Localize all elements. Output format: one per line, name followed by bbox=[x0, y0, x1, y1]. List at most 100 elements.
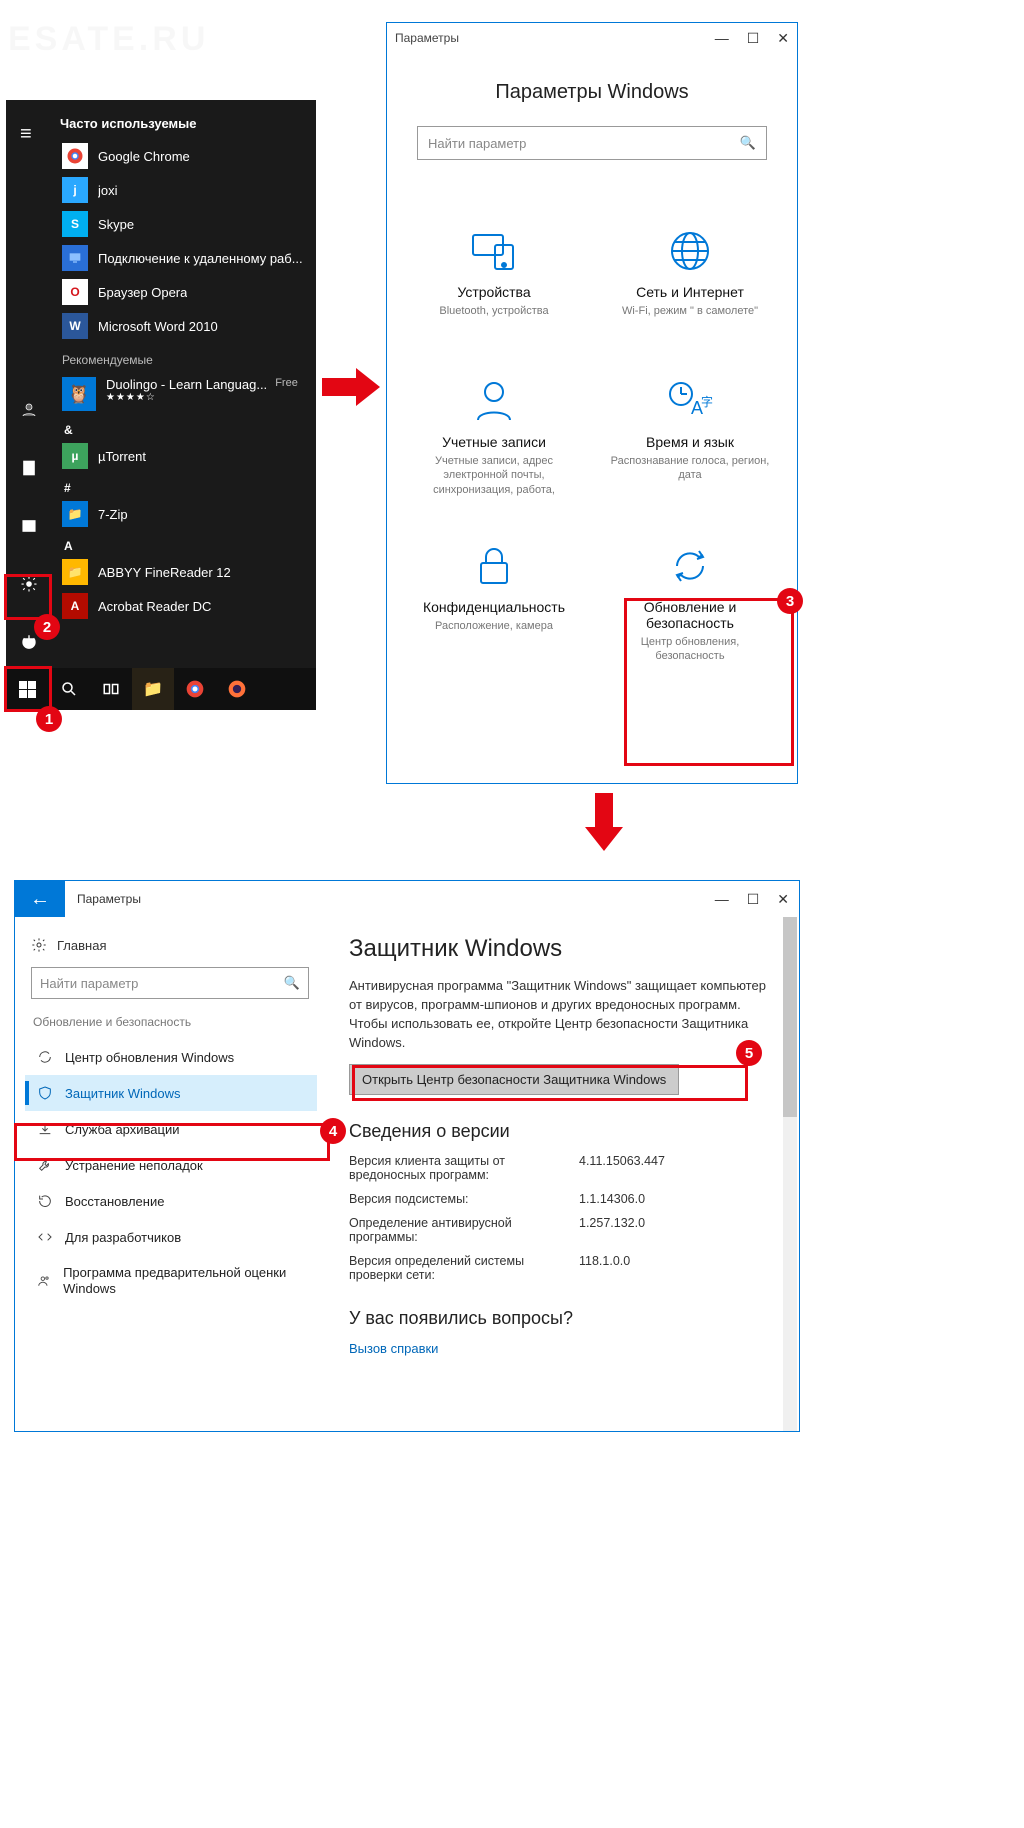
app-abbyy[interactable]: 📁ABBYY FineReader 12 bbox=[56, 555, 312, 589]
nav-label: Защитник Windows bbox=[65, 1086, 180, 1101]
category-title: Устройства bbox=[457, 284, 530, 300]
nav-defender[interactable]: Защитник Windows bbox=[25, 1075, 317, 1111]
nav-label: Восстановление bbox=[65, 1194, 164, 1209]
row-value: 1.257.132.0 bbox=[579, 1216, 645, 1244]
taskbar-firefox-icon[interactable] bbox=[216, 668, 258, 710]
settings-window: Параметры — ☐ ✕ Параметры Windows Найти … bbox=[386, 22, 798, 784]
recommended-header: Рекомендуемые bbox=[62, 353, 312, 367]
dev-icon bbox=[37, 1229, 53, 1245]
category-title: Сеть и Интернет bbox=[636, 284, 744, 300]
close-icon[interactable]: ✕ bbox=[777, 891, 789, 908]
category-accounts[interactable]: Учетные записи Учетные записи, адрес эле… bbox=[401, 370, 587, 505]
hamburger-icon[interactable] bbox=[6, 112, 52, 152]
minimize-icon[interactable]: — bbox=[715, 891, 729, 907]
rating-stars: ★★★★☆ bbox=[106, 392, 298, 403]
acrobat-icon: A bbox=[62, 593, 88, 619]
app-rdp[interactable]: Подключение к удаленному раб... bbox=[56, 241, 312, 275]
category-network[interactable]: Сеть и Интернет Wi-Fi, режим " в самолет… bbox=[597, 220, 783, 340]
taskview-icon[interactable] bbox=[90, 668, 132, 710]
nav-troubleshoot[interactable]: Устранение неполадок bbox=[25, 1147, 317, 1183]
category-sub: Wi-Fi, режим " в самолете" bbox=[622, 304, 758, 332]
app-opera[interactable]: OБраузер Opera bbox=[56, 275, 312, 309]
nav-developers[interactable]: Для разработчиков bbox=[25, 1219, 317, 1255]
taskbar-explorer-icon[interactable]: 📁 bbox=[132, 668, 174, 710]
category-sub: Центр обновления, безопасность bbox=[605, 635, 775, 664]
time-language-icon: A字 bbox=[667, 378, 713, 424]
category-privacy[interactable]: Конфиденциальность Расположение, камера bbox=[401, 535, 587, 672]
app-label: Google Chrome bbox=[98, 149, 190, 164]
person-icon bbox=[474, 378, 514, 424]
user-icon[interactable] bbox=[6, 390, 52, 430]
taskbar-chrome-icon[interactable] bbox=[174, 668, 216, 710]
version-row: Версия подсистемы:1.1.14306.0 bbox=[349, 1192, 771, 1206]
app-utorrent[interactable]: µµTorrent bbox=[56, 439, 312, 473]
group-amp: & bbox=[64, 423, 312, 437]
duolingo-icon: 🦉 bbox=[62, 377, 96, 411]
app-acrobat[interactable]: AAcrobat Reader DC bbox=[56, 589, 312, 623]
search-placeholder: Найти параметр bbox=[40, 976, 138, 991]
lock-icon bbox=[476, 543, 512, 589]
app-label: Подключение к удаленному раб... bbox=[98, 251, 303, 266]
app-word[interactable]: WMicrosoft Word 2010 bbox=[56, 309, 312, 343]
taskbar: 📁 bbox=[6, 668, 316, 710]
sidebar-search[interactable]: Найти параметр 🔍 bbox=[31, 967, 309, 999]
nav-windows-update[interactable]: Центр обновления Windows bbox=[25, 1039, 317, 1075]
wrench-icon bbox=[37, 1157, 53, 1173]
group-a: A bbox=[64, 539, 312, 553]
row-key: Определение антивирусной программы: bbox=[349, 1216, 579, 1244]
scrollbar-thumb[interactable] bbox=[783, 917, 797, 1117]
nav-label: Служба архивации bbox=[65, 1122, 180, 1137]
sidebar-home[interactable]: Главная bbox=[31, 937, 317, 953]
nav-label: Программа предварительной оценки Windows bbox=[63, 1265, 309, 1296]
version-row: Определение антивирусной программы:1.257… bbox=[349, 1216, 771, 1244]
app-chrome[interactable]: Google Chrome bbox=[56, 139, 312, 173]
settings-search[interactable]: Найти параметр 🔍 bbox=[417, 126, 767, 160]
arrow-right-icon bbox=[322, 364, 382, 410]
maximize-icon[interactable]: ☐ bbox=[747, 891, 760, 908]
version-row: Версия клиента защиты от вредоносных про… bbox=[349, 1154, 771, 1182]
nav-recovery[interactable]: Восстановление bbox=[25, 1183, 317, 1219]
maximize-icon[interactable]: ☐ bbox=[747, 30, 760, 47]
version-row: Версия определений системы проверки сети… bbox=[349, 1254, 771, 1282]
page-title: Защитник Windows bbox=[349, 935, 771, 963]
category-title: Обновление и безопасность bbox=[605, 599, 775, 631]
app-duolingo[interactable]: 🦉 Duolingo - Learn Languag...Free ★★★★☆ bbox=[56, 373, 312, 415]
close-icon[interactable]: ✕ bbox=[777, 30, 789, 47]
category-sub: Распознавание голоса, регион, дата bbox=[605, 454, 775, 483]
app-label: joxi bbox=[98, 183, 118, 198]
nav-backup[interactable]: Служба архивации bbox=[25, 1111, 317, 1147]
app-label: Duolingo - Learn Languag... bbox=[106, 377, 267, 392]
open-security-center-button[interactable]: Открыть Центр безопасности Защитника Win… bbox=[349, 1064, 679, 1095]
group-hash: # bbox=[64, 481, 312, 495]
help-link[interactable]: Вызов справки bbox=[349, 1341, 771, 1356]
app-7zip[interactable]: 📁7-Zip bbox=[56, 497, 312, 531]
category-title: Конфиденциальность bbox=[423, 599, 565, 615]
start-button[interactable] bbox=[6, 668, 48, 710]
version-info-header: Сведения о версии bbox=[349, 1121, 771, 1142]
page-description: Антивирусная программа "Защитник Windows… bbox=[349, 977, 771, 1052]
row-key: Версия определений системы проверки сети… bbox=[349, 1254, 579, 1282]
window-title: Параметры bbox=[395, 31, 459, 45]
app-joxi[interactable]: jjoxi bbox=[56, 173, 312, 207]
back-button[interactable]: ← bbox=[15, 881, 65, 917]
nav-label: Для разработчиков bbox=[65, 1230, 181, 1245]
taskbar-search-icon[interactable] bbox=[48, 668, 90, 710]
documents-icon[interactable] bbox=[6, 448, 52, 488]
category-devices[interactable]: Устройства Bluetooth, устройства bbox=[401, 220, 587, 340]
minimize-icon[interactable]: — bbox=[715, 30, 729, 47]
settings-gear-icon[interactable] bbox=[6, 564, 52, 604]
search-icon: 🔍 bbox=[740, 135, 756, 151]
nav-label: Устранение неполадок bbox=[65, 1158, 203, 1173]
pictures-icon[interactable] bbox=[6, 506, 52, 546]
search-icon: 🔍 bbox=[284, 975, 300, 991]
recovery-icon bbox=[37, 1193, 53, 1209]
badge-3: 3 bbox=[777, 588, 803, 614]
sidebar-home-label: Главная bbox=[57, 938, 106, 953]
category-time-language[interactable]: A字 Время и язык Распознавание голоса, ре… bbox=[597, 370, 783, 505]
nav-insider[interactable]: Программа предварительной оценки Windows bbox=[25, 1255, 317, 1306]
category-sub: Учетные записи, адрес электронной почты,… bbox=[409, 454, 579, 497]
app-skype[interactable]: SSkype bbox=[56, 207, 312, 241]
category-title: Учетные записи bbox=[442, 434, 546, 450]
chrome-icon bbox=[62, 143, 88, 169]
category-update-security[interactable]: Обновление и безопасность Центр обновлен… bbox=[597, 535, 783, 672]
